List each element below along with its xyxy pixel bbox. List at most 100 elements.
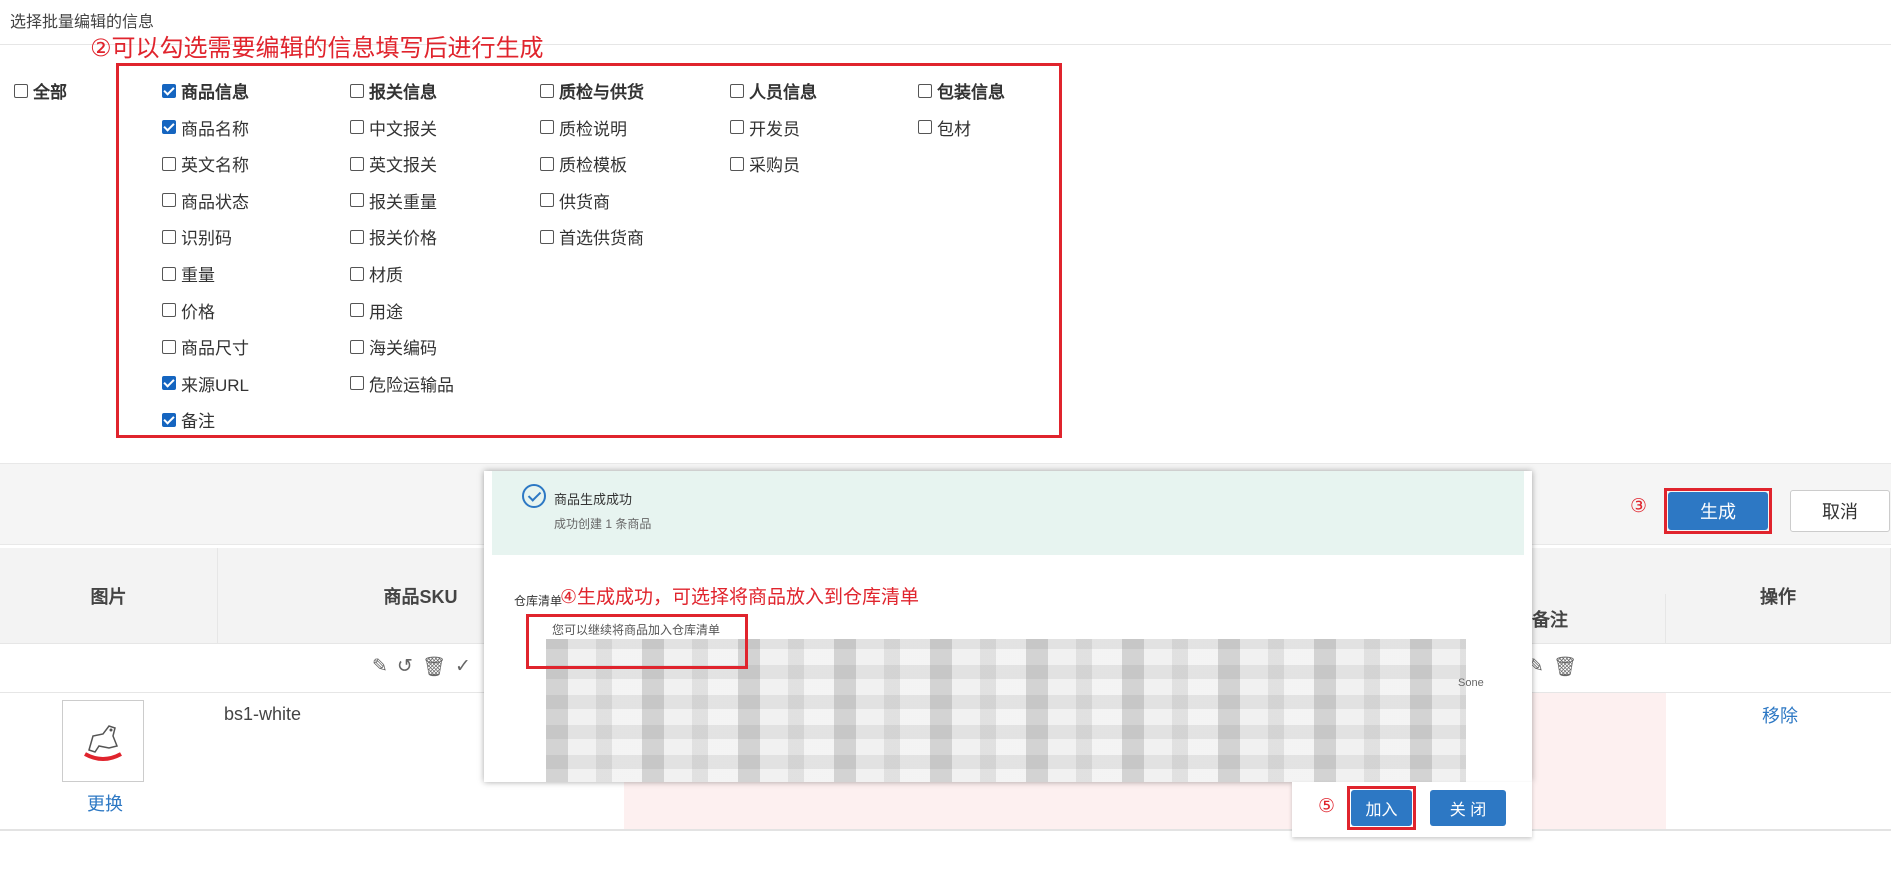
checkbox-label: 质检模板 [559,156,627,176]
field-checkbox-1-2[interactable]: 报关重量 [350,188,437,213]
select-all-checkbox[interactable]: 全部 [14,78,67,103]
group-checkbox-4[interactable]: 包装信息 [918,78,1005,103]
warehouse-partial-label: Sone [1458,677,1484,689]
generate-button[interactable]: 生成 [1668,492,1768,530]
checkbox-box[interactable] [162,120,176,135]
field-checkbox-3-0[interactable]: 开发员 [730,115,800,140]
column-header-image: 图片 [0,548,218,643]
checkbox-label: 首选供货商 [559,229,644,249]
success-check-icon [522,484,546,508]
delete-icon[interactable]: 🗑 [422,655,446,679]
field-checkbox-0-2[interactable]: 商品状态 [162,188,249,213]
checkbox-box[interactable] [162,156,176,171]
checkbox-label: 报关价格 [369,229,437,249]
checkbox-box[interactable] [540,193,554,208]
edit-icon[interactable]: ✎ [372,655,388,679]
field-checkbox-2-2[interactable]: 供货商 [540,188,610,213]
field-checkbox-0-4[interactable]: 重量 [162,261,215,286]
checkbox-box[interactable] [350,193,364,208]
warehouse-list-label: 仓库清单 [514,594,563,608]
checkbox-box[interactable] [162,229,176,244]
group-checkbox-0[interactable]: 商品信息 [162,78,249,103]
checkbox-box[interactable] [540,229,554,244]
cancel-button[interactable]: 取消 [1790,490,1890,532]
checkbox-box[interactable] [162,339,176,354]
checkbox-label: 材质 [369,266,403,285]
checkbox-box[interactable] [162,303,176,318]
checkbox-label: 质检说明 [559,119,627,139]
checkbox-box[interactable] [162,193,176,208]
checkbox-box[interactable] [162,266,176,281]
checkbox-box[interactable] [350,156,364,171]
checkbox-box[interactable] [162,412,176,427]
replace-image-link[interactable]: 更换 [87,790,123,816]
clear-icon[interactable]: ✓ [455,655,471,679]
checkbox-label: 英文报关 [369,156,437,176]
group-checkbox-3[interactable]: 人员信息 [730,78,817,103]
field-checkbox-0-0[interactable]: 商品名称 [162,115,249,140]
field-checkbox-2-1[interactable]: 质检模板 [540,151,627,176]
checkbox-box[interactable] [350,376,364,391]
delete-icon[interactable]: 🗑 [1553,655,1577,679]
field-checkbox-1-4[interactable]: 材质 [350,261,403,286]
group-checkbox-2[interactable]: 质检与供货 [540,78,644,103]
checkbox-box[interactable] [730,120,744,135]
checkbox-box[interactable] [350,83,364,98]
remove-row-link[interactable]: 移除 [1762,702,1798,728]
checkbox-label: 采购员 [749,156,800,176]
field-checkbox-3-1[interactable]: 采购员 [730,151,800,176]
checkbox-label: 人员信息 [749,83,817,102]
checkbox-label: 质检与供货 [559,83,644,102]
checkbox-box[interactable] [162,376,176,391]
field-checkbox-2-0[interactable]: 质检说明 [540,115,627,140]
checkbox-box[interactable] [162,83,176,98]
checkbox-box[interactable] [350,120,364,135]
checkbox-label: 商品信息 [181,83,249,102]
column-header-actions: 操作 [1666,548,1891,643]
checkbox-box[interactable] [540,120,554,135]
close-dialog-button[interactable]: 关 闭 [1430,790,1506,826]
checkbox-box[interactable] [350,339,364,354]
sku-value: bs1-white [224,704,302,724]
field-checkbox-0-3[interactable]: 识别码 [162,224,232,249]
column-header-remark: 备注 [1532,594,1666,643]
field-checkbox-2-3[interactable]: 首选供货商 [540,224,644,249]
checkbox-label: 包材 [937,119,971,139]
field-checkbox-1-7[interactable]: 危险运输品 [350,371,454,396]
field-checkbox-1-3[interactable]: 报关价格 [350,224,437,249]
field-checkbox-1-1[interactable]: 英文报关 [350,151,437,176]
success-title: 商品生成成功 [554,492,633,507]
field-checkbox-0-7[interactable]: 来源URL [162,371,249,396]
checkbox-box[interactable] [540,156,554,171]
checkbox-label: 重量 [181,266,215,285]
checkbox-box[interactable] [730,156,744,171]
field-checkbox-1-0[interactable]: 中文报关 [350,115,437,140]
checkbox-label: 价格 [181,302,215,322]
checkbox-label: 供货商 [559,192,610,212]
checkbox-box[interactable] [730,83,744,98]
product-image [62,700,144,782]
undo-icon[interactable]: ↺ [397,655,413,679]
checkbox-box[interactable] [350,229,364,244]
annotation-step3: ③ [1630,496,1648,517]
add-to-warehouse-button[interactable]: 加入 [1351,790,1412,826]
field-checkbox-0-6[interactable]: 商品尺寸 [162,334,249,359]
field-checkbox-1-6[interactable]: 海关编码 [350,334,437,359]
group-checkbox-1[interactable]: 报关信息 [350,78,437,103]
checkbox-box[interactable] [918,83,932,98]
checkbox-box[interactable] [350,303,364,318]
field-checkbox-1-5[interactable]: 用途 [350,298,403,323]
field-checkbox-0-5[interactable]: 价格 [162,298,215,323]
checkbox-label: 全部 [33,83,67,102]
field-checkbox-0-8[interactable]: 备注 [162,407,215,432]
field-checkbox-0-1[interactable]: 英文名称 [162,151,249,176]
annotation-highlight-warehouse [526,614,748,669]
horse-product-image [84,725,122,761]
checkbox-box[interactable] [350,266,364,281]
checkbox-box[interactable] [14,83,28,98]
checkbox-label: 用途 [369,302,403,322]
checkbox-box[interactable] [918,120,932,135]
checkbox-box[interactable] [540,83,554,98]
field-checkbox-4-0[interactable]: 包材 [918,115,971,140]
checkbox-label: 来源URL [181,375,250,395]
